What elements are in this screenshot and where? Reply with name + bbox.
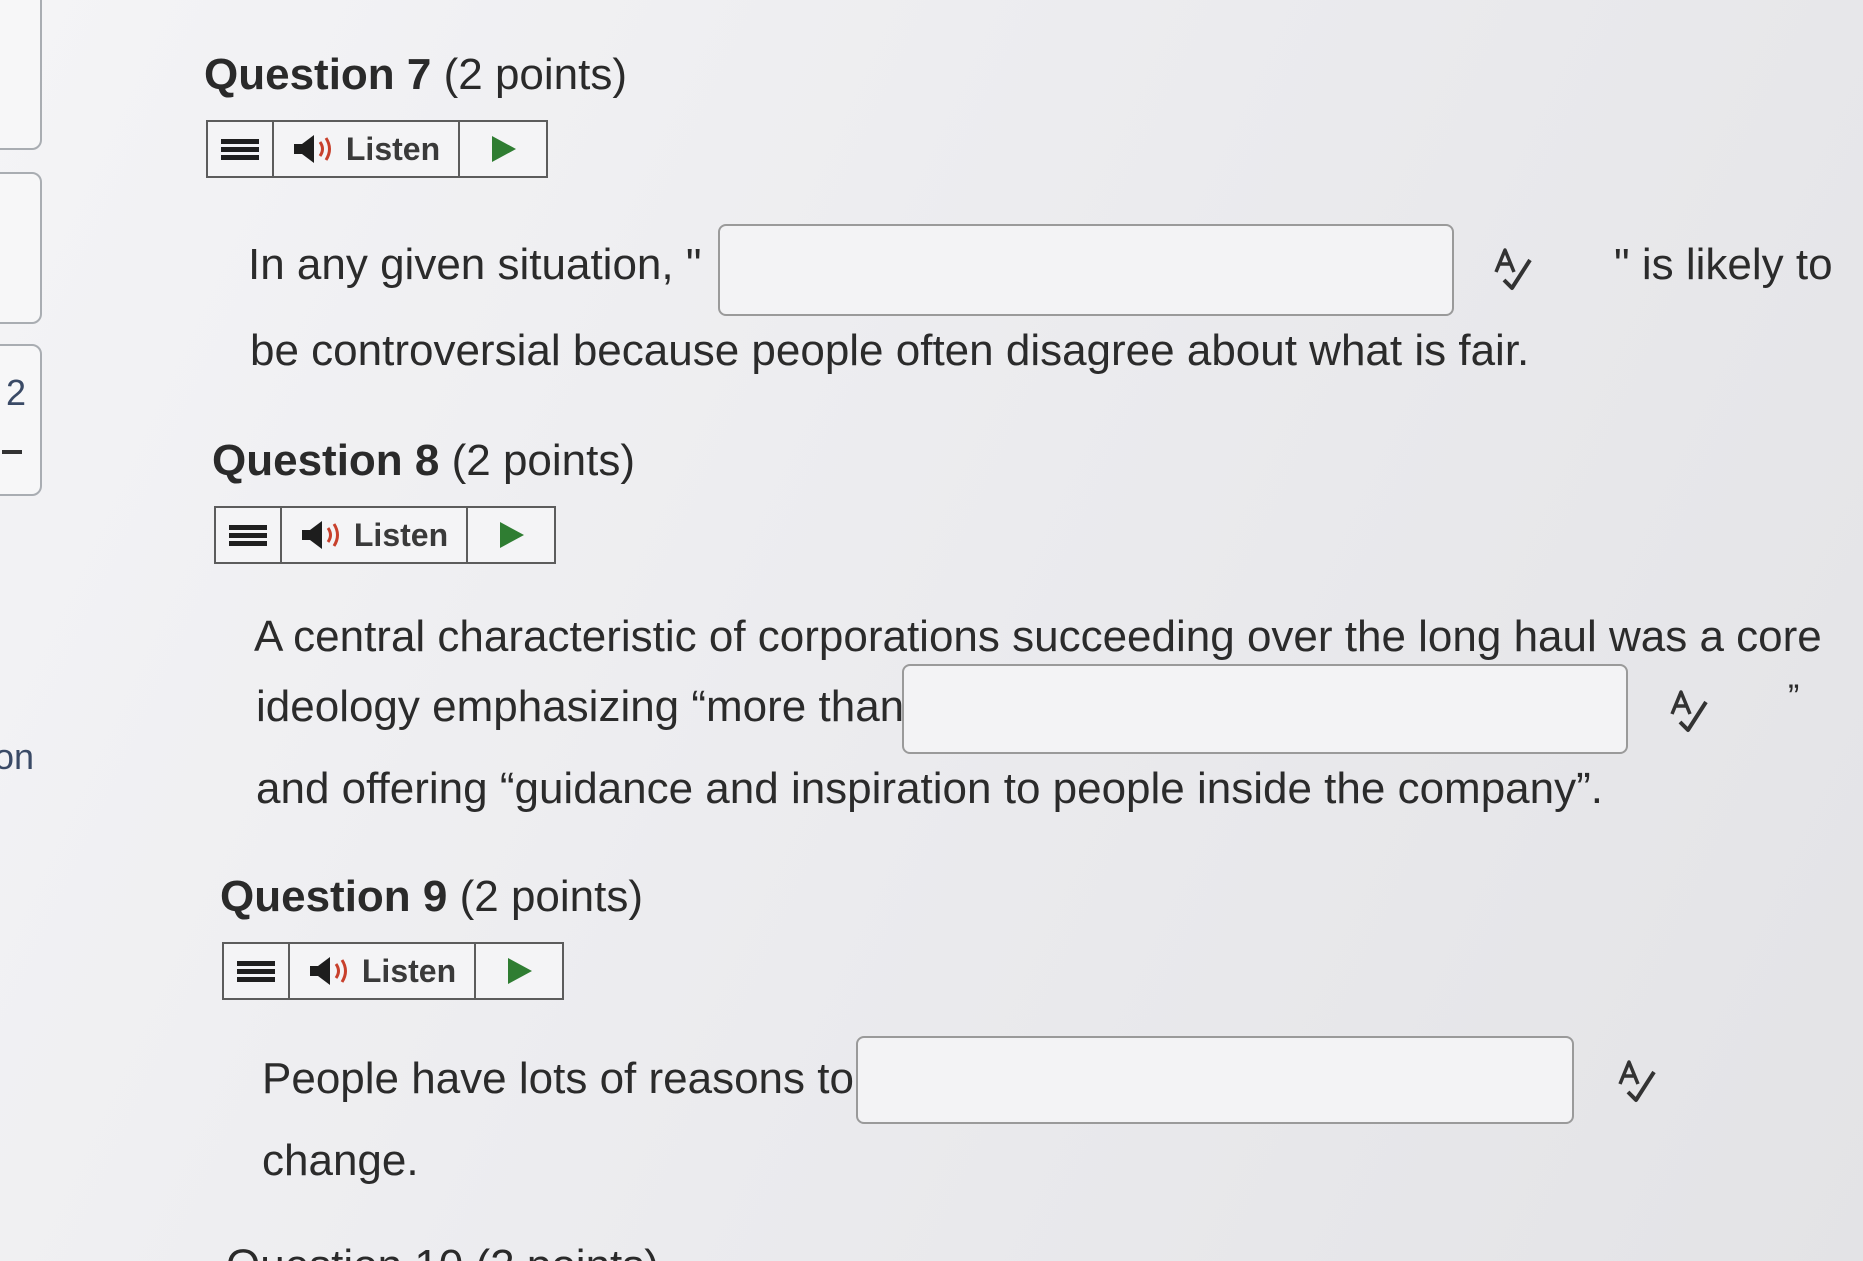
menu-icon bbox=[237, 958, 275, 985]
question-8-text-after: ” bbox=[1788, 678, 1800, 716]
listen-menu-button[interactable] bbox=[216, 508, 282, 562]
play-icon bbox=[508, 958, 532, 984]
sidebar-fragment-text: on bbox=[0, 736, 35, 777]
speaker-icon bbox=[293, 135, 331, 163]
question-7-listen-bar: Listen bbox=[206, 120, 548, 178]
sidebar-mark bbox=[2, 450, 22, 454]
question-9-title: Question 9 (2 points) bbox=[220, 872, 643, 922]
question-8-listen-bar: Listen bbox=[214, 506, 556, 564]
question-7-text-before: In any given situation, " bbox=[248, 240, 702, 289]
question-title-name: Question 9 bbox=[220, 872, 448, 921]
question-7-title: Question 7 (2 points) bbox=[204, 50, 627, 100]
spellcheck-icon[interactable] bbox=[1490, 246, 1538, 294]
listen-button[interactable]: Listen bbox=[290, 944, 476, 998]
listen-button[interactable]: Listen bbox=[282, 508, 468, 562]
listen-menu-button[interactable] bbox=[208, 122, 274, 176]
question-9-listen-bar: Listen bbox=[222, 942, 564, 1000]
menu-icon bbox=[221, 136, 259, 163]
play-button[interactable] bbox=[468, 508, 554, 562]
question-7-text-line2: be controversial because people often di… bbox=[250, 326, 1530, 375]
question-9-answer-input[interactable] bbox=[856, 1036, 1574, 1124]
question-points: (2 points) bbox=[459, 872, 644, 921]
question-9-text-line2: change. bbox=[262, 1136, 419, 1185]
question-9-text-before: People have lots of reasons to bbox=[262, 1054, 854, 1103]
play-button[interactable] bbox=[476, 944, 562, 998]
play-button[interactable] bbox=[460, 122, 546, 176]
question-points: (2 points) bbox=[451, 436, 636, 485]
listen-button[interactable]: Listen bbox=[274, 122, 460, 176]
question-points: (2 points) bbox=[443, 50, 628, 99]
sidebar-card-1[interactable] bbox=[0, 0, 42, 150]
listen-menu-button[interactable] bbox=[224, 944, 290, 998]
listen-label: Listen bbox=[361, 952, 457, 989]
question-7-answer-input[interactable] bbox=[718, 224, 1454, 316]
spellcheck-icon[interactable] bbox=[1614, 1058, 1662, 1106]
question-title-name: Question 8 bbox=[212, 436, 440, 485]
sidebar-card-number: 2 bbox=[6, 372, 27, 413]
play-icon bbox=[492, 136, 516, 162]
listen-label: Listen bbox=[353, 516, 449, 553]
listen-label: Listen bbox=[345, 130, 441, 167]
question-8-title: Question 8 (2 points) bbox=[212, 436, 635, 486]
sidebar-card-3[interactable]: 2 bbox=[0, 344, 42, 496]
menu-icon bbox=[229, 522, 267, 549]
question-8-text-line1: A central characteristic of corporations… bbox=[254, 612, 1822, 661]
play-icon bbox=[500, 522, 524, 548]
question-8-text-line3: and offering “guidance and inspiration t… bbox=[256, 764, 1603, 813]
question-8-text-before: ideology emphasizing “more than bbox=[256, 682, 905, 731]
speaker-icon bbox=[309, 957, 347, 985]
question-8-answer-input[interactable] bbox=[902, 664, 1628, 754]
spellcheck-icon[interactable] bbox=[1666, 688, 1714, 736]
speaker-icon bbox=[301, 521, 339, 549]
question-7-text-after: " is likely to bbox=[1614, 240, 1833, 289]
question-title-name: Question 7 bbox=[204, 50, 432, 99]
sidebar-card-2[interactable] bbox=[0, 172, 42, 324]
question-10-title-partial-clip: Question 10 (2 points) bbox=[226, 1244, 659, 1261]
question-10-title-partial: Question 10 (2 points) bbox=[226, 1244, 659, 1261]
